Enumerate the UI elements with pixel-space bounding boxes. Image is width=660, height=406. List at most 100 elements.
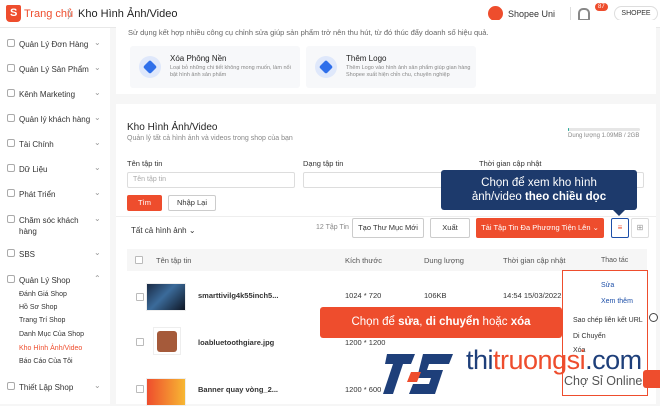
list-view-toggle[interactable]: ≡ — [611, 218, 629, 238]
watermark-tagline: Chợ Sỉ Online — [564, 374, 643, 388]
shopee-uni-link[interactable]: Shopee Uni — [508, 9, 555, 19]
filetype-label: Dạng tập tin — [303, 159, 344, 168]
customer-icon — [7, 114, 15, 122]
capacity-fill — [568, 128, 570, 131]
eraser-icon — [139, 56, 161, 78]
upload-media-button[interactable]: Tải Tập Tin Đa Phương Tiện Lên ⌄ — [476, 218, 604, 238]
promo-text: Sử dụng kết hợp nhiều công cụ chỉnh sửa … — [128, 28, 489, 37]
chevron-down-icon: ⌄ — [188, 226, 196, 235]
row-checkbox[interactable] — [136, 338, 144, 346]
grid-view-toggle[interactable]: ⊞ — [631, 218, 649, 238]
file-name[interactable]: Banner quay vòng_2... — [198, 385, 278, 394]
capacity-text: Dung lượng 1.09MB / 2GB — [568, 133, 640, 139]
file-size: 1200 * 1200 — [345, 338, 386, 347]
chevron-down-icon: ⌄ — [94, 138, 101, 147]
chevron-down-icon: ⌄ — [94, 63, 101, 72]
reset-button[interactable]: Nhập Lại — [168, 195, 216, 211]
page-title: Kho Hình Ảnh/Video — [78, 8, 178, 20]
callout-text: hoặc — [479, 316, 511, 328]
capacity-bar — [568, 128, 640, 131]
product-icon — [7, 64, 15, 72]
chevron-down-icon: ⌄ — [592, 223, 599, 232]
watermark-text: .com — [585, 345, 642, 375]
image-thumbnail[interactable] — [146, 378, 186, 406]
table-header: Tên tập tin Kích thước Dung lượng Thời g… — [127, 249, 647, 271]
callout-line: Chọn để xem kho hình — [481, 177, 597, 189]
file-updated: 14:54 15/03/2022 — [503, 291, 562, 300]
column-header: Thao tác — [601, 257, 629, 264]
move-action[interactable]: Di Chuyển — [573, 333, 606, 340]
sidebar: Quản Lý Đơn Hàng ⌄ Quản Lý Sản Phẩm ⌄ Kênh… — [0, 28, 110, 404]
vertical-view-callout: Chọn để xem kho hình ảnh/video theo chiề… — [441, 170, 637, 216]
sidebar-subitem-profile[interactable]: Hồ Sơ Shop — [19, 304, 57, 311]
notification-badge: 87 — [595, 3, 608, 11]
cursor-icon — [649, 313, 658, 322]
chevron-down-icon: ⌄ — [94, 88, 101, 97]
section-subtitle: Quản lý tất cả hình ảnh và videos trong … — [127, 135, 293, 142]
add-logo-card[interactable]: Thêm Logo Thêm Logo vào hình ảnh sản phẩ… — [306, 46, 476, 88]
sidebar-subitem-reviews[interactable]: Đánh Giá Shop — [19, 291, 67, 298]
file-name[interactable]: smarttivilg4k55inch5... — [198, 291, 278, 300]
sidebar-subitem-decoration[interactable]: Trang Trí Shop — [19, 317, 65, 324]
chevron-down-icon: ⌄ — [94, 113, 101, 122]
card-description: Thêm Logo vào hình ảnh sản phẩm giúp gia… — [346, 65, 471, 78]
callout-text-bold: sửa — [398, 316, 420, 328]
chat-button[interactable] — [643, 370, 660, 388]
sbs-icon — [7, 249, 15, 257]
image-thumbnail[interactable] — [146, 283, 186, 311]
watermark-logo-icon — [383, 354, 453, 394]
file-size: 1024 * 720 — [345, 291, 382, 300]
growth-icon — [7, 189, 15, 197]
chevron-down-icon: ⌄ — [94, 381, 101, 390]
card-title: Xóa Phông Nền — [170, 54, 227, 63]
chevron-down-icon: ⌄ — [94, 248, 101, 257]
shop-icon — [7, 275, 15, 283]
file-name[interactable]: loabluetoothgiare.jpg — [198, 338, 274, 347]
support-icon — [7, 215, 15, 223]
column-header: Tên tập tin — [156, 256, 192, 265]
shopee-logo-icon[interactable] — [6, 5, 21, 22]
user-menu[interactable]: SHOPEE UNI — [614, 6, 658, 30]
callout-text-bold: theo chiều dọc — [524, 191, 607, 203]
section-title: Kho Hình Ảnh/Video — [127, 122, 218, 133]
file-size: 1200 * 600 — [345, 385, 382, 394]
row-checkbox[interactable] — [136, 385, 144, 393]
chevron-down-icon: ⌄ — [94, 188, 101, 197]
export-button[interactable]: Xuất — [430, 218, 470, 238]
image-thumbnail[interactable] — [153, 327, 181, 355]
speaker-image — [157, 331, 177, 352]
callout-text-bold: di chuyển — [425, 316, 480, 328]
card-description: Loại bỏ những chi tiết không mong muốn, … — [170, 65, 291, 78]
row-checkbox[interactable] — [136, 293, 144, 301]
edit-move-delete-callout: Chọn để sửa, di chuyển hoặc xóa — [320, 307, 562, 338]
column-header: Kích thước — [345, 256, 383, 265]
column-header: Dung lượng — [424, 256, 464, 265]
column-header: Thời gian cập nhật — [503, 256, 566, 265]
orders-icon — [7, 39, 15, 47]
chevron-down-icon: ⌄ — [94, 38, 101, 47]
more-action[interactable]: Xem thêm — [601, 298, 633, 305]
copy-url-action[interactable]: Sao chép liên kết URL — [573, 317, 643, 324]
filename-label: Tên tập tin — [127, 159, 163, 168]
filename-input[interactable]: Tên tập tin — [127, 172, 295, 188]
sidebar-subitem-categories[interactable]: Danh Mục Của Shop — [19, 331, 84, 338]
finance-icon — [7, 139, 15, 147]
editing-tools-panel: Sử dụng kết hợp nhiều công cụ chỉnh sửa … — [116, 20, 656, 94]
shopee-uni-icon[interactable] — [488, 6, 503, 21]
marketing-icon — [7, 89, 15, 97]
callout-text: Chọn để — [351, 316, 399, 328]
dropdown-label: Tất cả hình ảnh — [131, 226, 187, 235]
sidebar-subitem-media-library[interactable]: Kho Hình Ảnh/Video — [19, 345, 82, 352]
new-folder-button[interactable]: Tạo Thư Mục Mới — [352, 218, 424, 238]
sidebar-subitem-reports[interactable]: Báo Cáo Của Tôi — [19, 358, 73, 365]
divider — [116, 216, 656, 217]
select-all-checkbox[interactable] — [135, 256, 143, 264]
home-link[interactable]: Trang chủ — [24, 8, 73, 20]
breadcrumb-separator: 〉 — [67, 9, 78, 21]
media-type-dropdown[interactable]: Tất cả hình ảnh ⌄ — [131, 226, 196, 235]
search-button[interactable]: Tìm — [127, 195, 162, 211]
remove-background-card[interactable]: Xóa Phông Nền Loại bỏ những chi tiết khô… — [130, 46, 300, 88]
card-title: Thêm Logo — [346, 54, 387, 63]
chevron-down-icon: ⌄ — [94, 214, 101, 223]
edit-action[interactable]: Sửa — [601, 282, 614, 289]
